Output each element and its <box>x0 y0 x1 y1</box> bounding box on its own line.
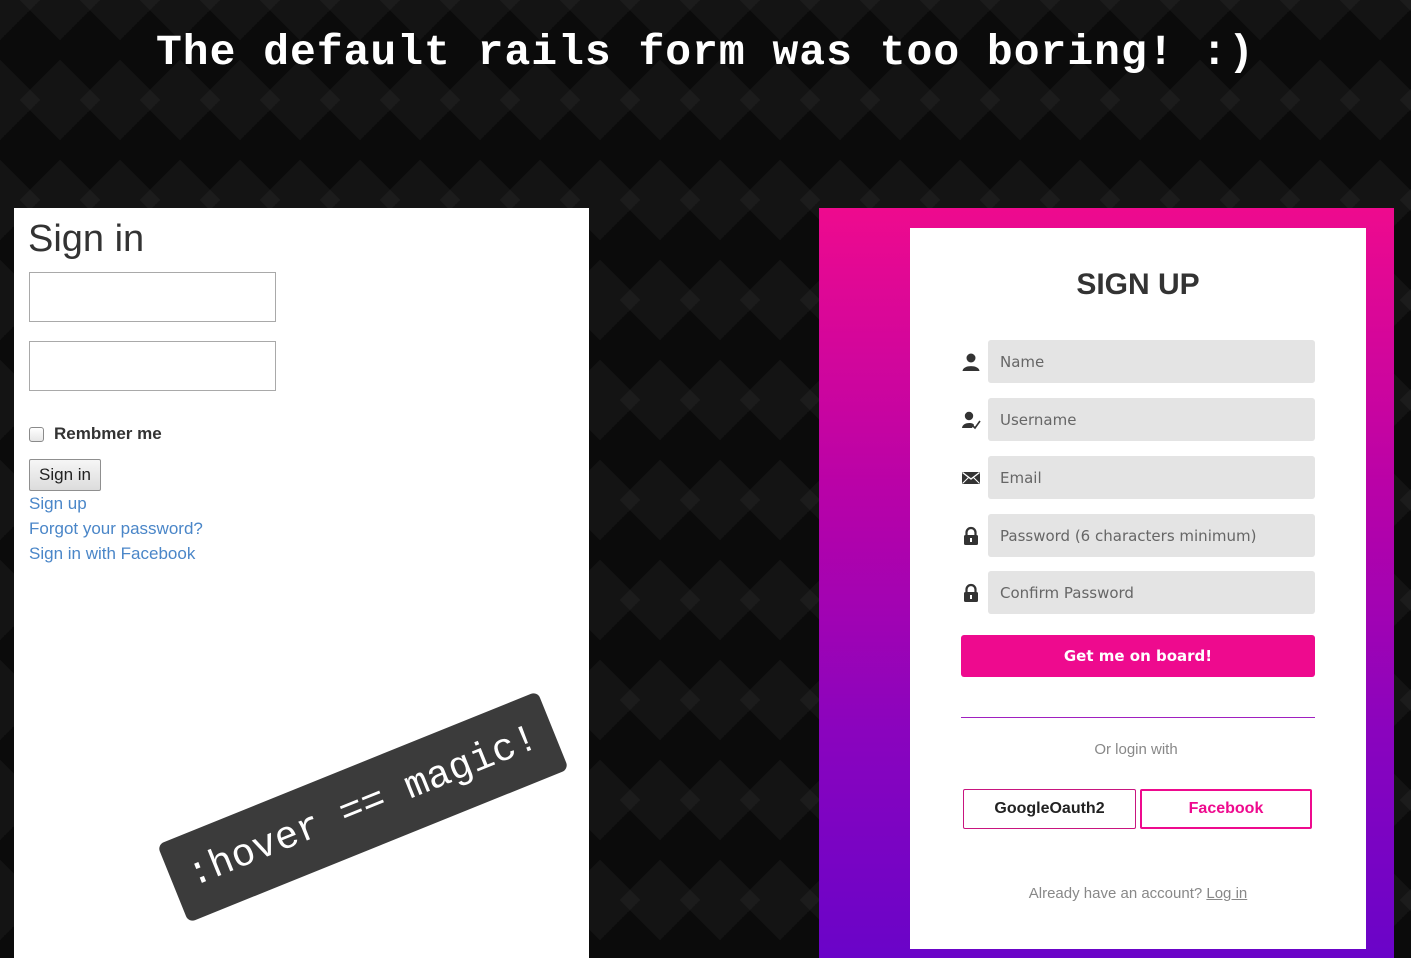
styled-signup-panel: SIGN UP Name Username Email Get me on bo… <box>819 208 1394 958</box>
user-icon <box>960 351 982 373</box>
page-headline: The default rails form was too boring! :… <box>156 28 1255 77</box>
remember-me-label: Rembmer me <box>54 424 162 443</box>
google-oauth-button[interactable]: GoogleOauth2 <box>963 789 1136 829</box>
remember-me-checkbox[interactable] <box>29 426 44 442</box>
confirm-password-field-row <box>960 571 1315 614</box>
signup-title: SIGN UP <box>1076 268 1200 301</box>
lock-icon <box>960 525 982 547</box>
forgot-password-link[interactable]: Forgot your password? <box>29 519 203 539</box>
password-input[interactable] <box>988 514 1315 557</box>
username-field-row <box>960 398 1315 441</box>
signin-email-input[interactable] <box>29 272 276 322</box>
signup-link[interactable]: Sign up <box>29 494 87 514</box>
facebook-button[interactable]: Facebook <box>1140 789 1312 829</box>
get-on-board-button[interactable]: Get me on board! <box>961 635 1315 677</box>
email-input[interactable] <box>988 456 1315 499</box>
or-login-label: Or login with <box>1094 741 1178 758</box>
signup-card: SIGN UP Name Username Email Get me on bo… <box>910 228 1366 949</box>
already-account-row: Already have an account? Log in <box>910 885 1366 902</box>
login-link[interactable]: Log in <box>1206 885 1247 902</box>
default-signin-panel: Sign in Rembmer me Sign in Sign up Forgo… <box>14 208 589 958</box>
remember-me-row: Rembmer me <box>29 424 162 444</box>
facebook-signin-link[interactable]: Sign in with Facebook <box>29 544 195 564</box>
name-field-row <box>960 340 1315 383</box>
lock-icon <box>960 582 982 604</box>
signin-button[interactable]: Sign in <box>29 459 101 491</box>
envelope-icon <box>960 467 982 489</box>
confirm-password-input[interactable] <box>988 571 1315 614</box>
hover-magic-badge: :hover == magic! <box>157 691 569 923</box>
already-account-text: Already have an account? <box>1028 885 1203 902</box>
divider <box>961 717 1315 718</box>
email-field-row <box>960 456 1315 499</box>
signin-title: Sign in <box>28 218 145 260</box>
username-input[interactable] <box>988 398 1315 441</box>
name-input[interactable] <box>988 340 1315 383</box>
password-field-row <box>960 514 1315 557</box>
signin-password-input[interactable] <box>29 341 276 391</box>
user-check-icon <box>960 409 982 431</box>
